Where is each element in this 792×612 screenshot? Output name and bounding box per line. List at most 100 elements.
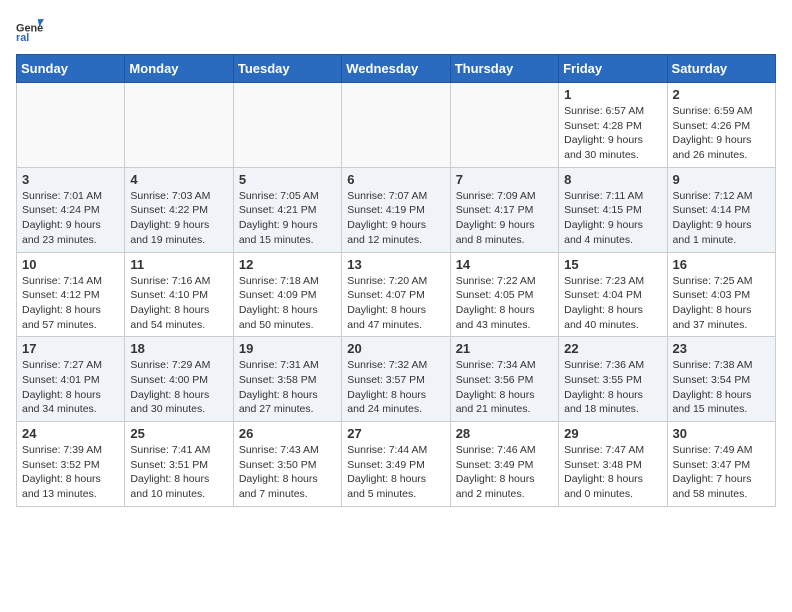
calendar-cell: 2 Sunrise: 6:59 AM Sunset: 4:26 PM Daylig…	[667, 83, 775, 168]
calendar-cell: 16 Sunrise: 7:25 AM Sunset: 4:03 PM Dayli…	[667, 252, 775, 337]
day-number: 22	[564, 341, 661, 356]
svg-text:ral: ral	[16, 32, 29, 44]
calendar-cell: 7 Sunrise: 7:09 AM Sunset: 4:17 PM Daylig…	[450, 167, 558, 252]
day-number: 3	[22, 172, 119, 187]
day-info: Sunrise: 7:29 AM Sunset: 4:00 PM Dayligh…	[130, 358, 227, 417]
calendar-cell: 4Sunrise: 7:03 AM Sunset: 4:22 PM Daylig…	[125, 167, 233, 252]
calendar-cell: 28 Sunrise: 7:46 AM Sunset: 3:49 PM Dayli…	[450, 422, 558, 507]
day-info: Sunrise: 7:07 AM Sunset: 4:19 PM Dayligh…	[347, 189, 444, 248]
day-info: Sunrise: 7:11 AM Sunset: 4:15 PM Dayligh…	[564, 189, 661, 248]
day-info: Sunrise: 7:05 AM Sunset: 4:21 PM Dayligh…	[239, 189, 336, 248]
calendar-cell: 3 Sunrise: 7:01 AM Sunset: 4:24 PM Daylig…	[17, 167, 125, 252]
logo: Gene ral	[16, 16, 48, 44]
calendar-cell: 30Sunrise: 7:49 AM Sunset: 3:47 PM Dayli…	[667, 422, 775, 507]
day-number: 21	[456, 341, 553, 356]
calendar-cell	[233, 83, 341, 168]
day-number: 20	[347, 341, 444, 356]
calendar-cell: 27 Sunrise: 7:44 AM Sunset: 3:49 PM Dayli…	[342, 422, 450, 507]
logo-icon: Gene ral	[16, 16, 44, 44]
day-info: Sunrise: 7:36 AM Sunset: 3:55 PM Dayligh…	[564, 358, 661, 417]
day-info: Sunrise: 7:39 AM Sunset: 3:52 PM Dayligh…	[22, 443, 119, 502]
day-number: 29	[564, 426, 661, 441]
calendar-week-row: 24 Sunrise: 7:39 AM Sunset: 3:52 PM Dayli…	[17, 422, 776, 507]
day-number: 2	[673, 87, 770, 102]
day-info: Sunrise: 7:41 AM Sunset: 3:51 PM Dayligh…	[130, 443, 227, 502]
calendar-cell: 22 Sunrise: 7:36 AM Sunset: 3:55 PM Dayli…	[559, 337, 667, 422]
calendar-cell: 18 Sunrise: 7:29 AM Sunset: 4:00 PM Dayli…	[125, 337, 233, 422]
weekday-sunday: Sunday	[17, 55, 125, 83]
day-info: Sunrise: 7:27 AM Sunset: 4:01 PM Dayligh…	[22, 358, 119, 417]
weekday-wednesday: Wednesday	[342, 55, 450, 83]
day-info: Sunrise: 7:18 AM Sunset: 4:09 PM Dayligh…	[239, 274, 336, 333]
day-number: 13	[347, 257, 444, 272]
day-number: 10	[22, 257, 119, 272]
calendar-table: SundayMondayTuesdayWednesdayThursdayFrid…	[16, 54, 776, 507]
weekday-saturday: Saturday	[667, 55, 775, 83]
calendar-cell	[125, 83, 233, 168]
calendar-cell: 29 Sunrise: 7:47 AM Sunset: 3:48 PM Dayli…	[559, 422, 667, 507]
calendar-cell	[450, 83, 558, 168]
calendar-cell: 8 Sunrise: 7:11 AM Sunset: 4:15 PM Daylig…	[559, 167, 667, 252]
calendar-cell: 10 Sunrise: 7:14 AM Sunset: 4:12 PM Dayli…	[17, 252, 125, 337]
day-number: 28	[456, 426, 553, 441]
day-number: 4	[130, 172, 227, 187]
day-info: Sunrise: 7:09 AM Sunset: 4:17 PM Dayligh…	[456, 189, 553, 248]
day-info: Sunrise: 7:32 AM Sunset: 3:57 PM Dayligh…	[347, 358, 444, 417]
day-number: 16	[673, 257, 770, 272]
calendar-cell: 21 Sunrise: 7:34 AM Sunset: 3:56 PM Dayli…	[450, 337, 558, 422]
calendar-cell	[17, 83, 125, 168]
day-info: Sunrise: 7:14 AM Sunset: 4:12 PM Dayligh…	[22, 274, 119, 333]
day-info: Sunrise: 7:22 AM Sunset: 4:05 PM Dayligh…	[456, 274, 553, 333]
calendar-cell: 1Sunrise: 6:57 AM Sunset: 4:28 PM Daylig…	[559, 83, 667, 168]
day-info: Sunrise: 6:59 AM Sunset: 4:26 PM Dayligh…	[673, 104, 770, 163]
day-number: 26	[239, 426, 336, 441]
day-info: Sunrise: 7:01 AM Sunset: 4:24 PM Dayligh…	[22, 189, 119, 248]
weekday-header-row: SundayMondayTuesdayWednesdayThursdayFrid…	[17, 55, 776, 83]
day-info: Sunrise: 7:20 AM Sunset: 4:07 PM Dayligh…	[347, 274, 444, 333]
day-number: 9	[673, 172, 770, 187]
day-number: 1	[564, 87, 661, 102]
day-info: Sunrise: 7:12 AM Sunset: 4:14 PM Dayligh…	[673, 189, 770, 248]
calendar-cell: 25 Sunrise: 7:41 AM Sunset: 3:51 PM Dayli…	[125, 422, 233, 507]
weekday-monday: Monday	[125, 55, 233, 83]
calendar-cell: 23 Sunrise: 7:38 AM Sunset: 3:54 PM Dayli…	[667, 337, 775, 422]
weekday-tuesday: Tuesday	[233, 55, 341, 83]
calendar-cell	[342, 83, 450, 168]
calendar-cell: 24 Sunrise: 7:39 AM Sunset: 3:52 PM Dayli…	[17, 422, 125, 507]
day-number: 12	[239, 257, 336, 272]
weekday-thursday: Thursday	[450, 55, 558, 83]
calendar-cell: 14 Sunrise: 7:22 AM Sunset: 4:05 PM Dayli…	[450, 252, 558, 337]
day-number: 8	[564, 172, 661, 187]
day-number: 24	[22, 426, 119, 441]
calendar-week-row: 17 Sunrise: 7:27 AM Sunset: 4:01 PM Dayli…	[17, 337, 776, 422]
day-info: Sunrise: 7:46 AM Sunset: 3:49 PM Dayligh…	[456, 443, 553, 502]
day-number: 18	[130, 341, 227, 356]
day-number: 14	[456, 257, 553, 272]
weekday-friday: Friday	[559, 55, 667, 83]
day-info: Sunrise: 7:25 AM Sunset: 4:03 PM Dayligh…	[673, 274, 770, 333]
calendar-week-row: 10 Sunrise: 7:14 AM Sunset: 4:12 PM Dayli…	[17, 252, 776, 337]
day-number: 5	[239, 172, 336, 187]
day-info: Sunrise: 7:44 AM Sunset: 3:49 PM Dayligh…	[347, 443, 444, 502]
day-number: 19	[239, 341, 336, 356]
calendar-cell: 20 Sunrise: 7:32 AM Sunset: 3:57 PM Dayli…	[342, 337, 450, 422]
day-number: 6	[347, 172, 444, 187]
calendar-cell: 26Sunrise: 7:43 AM Sunset: 3:50 PM Dayli…	[233, 422, 341, 507]
calendar-cell: 17 Sunrise: 7:27 AM Sunset: 4:01 PM Dayli…	[17, 337, 125, 422]
day-info: Sunrise: 7:47 AM Sunset: 3:48 PM Dayligh…	[564, 443, 661, 502]
calendar-cell: 13 Sunrise: 7:20 AM Sunset: 4:07 PM Dayli…	[342, 252, 450, 337]
day-number: 27	[347, 426, 444, 441]
day-info: Sunrise: 7:34 AM Sunset: 3:56 PM Dayligh…	[456, 358, 553, 417]
day-number: 30	[673, 426, 770, 441]
day-number: 25	[130, 426, 227, 441]
day-info: Sunrise: 7:38 AM Sunset: 3:54 PM Dayligh…	[673, 358, 770, 417]
page-header: Gene ral	[16, 16, 776, 44]
calendar-cell: 19Sunrise: 7:31 AM Sunset: 3:58 PM Dayli…	[233, 337, 341, 422]
calendar-week-row: 3 Sunrise: 7:01 AM Sunset: 4:24 PM Daylig…	[17, 167, 776, 252]
calendar-cell: 5 Sunrise: 7:05 AM Sunset: 4:21 PM Daylig…	[233, 167, 341, 252]
calendar-cell: 15Sunrise: 7:23 AM Sunset: 4:04 PM Dayli…	[559, 252, 667, 337]
day-number: 23	[673, 341, 770, 356]
day-number: 17	[22, 341, 119, 356]
day-number: 7	[456, 172, 553, 187]
calendar-body: 1Sunrise: 6:57 AM Sunset: 4:28 PM Daylig…	[17, 83, 776, 507]
